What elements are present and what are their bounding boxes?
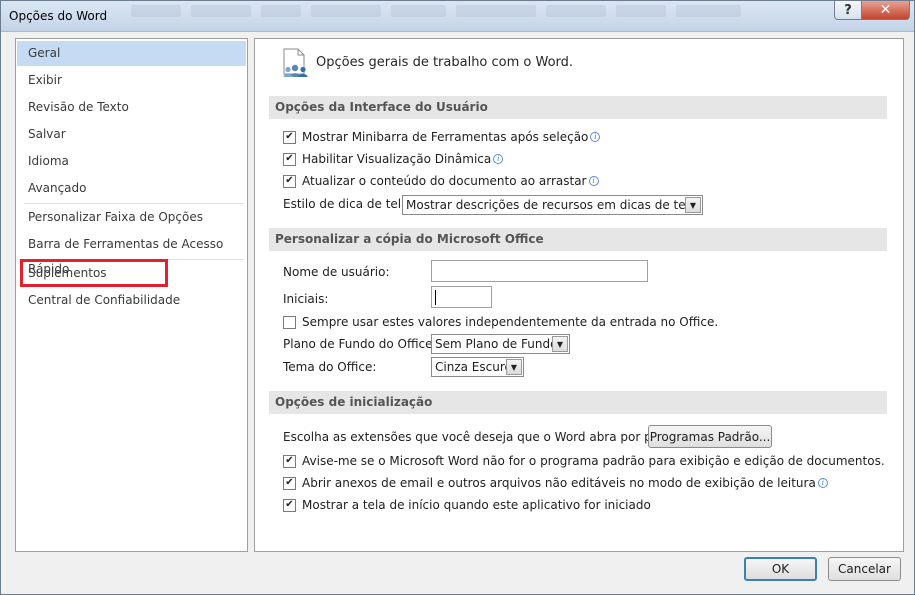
cancel-button[interactable]: Cancelar [828, 557, 901, 581]
nav-divider [24, 203, 244, 204]
notify-default-option[interactable]: ✔ Avise-me se o Microsoft Word não for o… [283, 452, 885, 470]
option-label: Mostrar Minibarra de Ferramentas após se… [302, 130, 589, 144]
nav-item-barra-acesso-rapido[interactable]: Barra de Ferramentas de Acesso Rápido [17, 232, 246, 276]
initials-label: Iniciais: [283, 292, 329, 306]
background-label: Plano de Fundo do Office: [283, 337, 437, 351]
text-caret [435, 290, 436, 305]
close-button[interactable]: ✕ [861, 1, 910, 20]
live-preview-option[interactable]: ✔ Habilitar Visualização Dinâmica i [283, 150, 504, 168]
window-title: Opções do Word [9, 9, 108, 23]
nav-item-avancado[interactable]: Avançado [17, 176, 246, 201]
checkbox-checked[interactable]: ✔ [283, 174, 296, 188]
screentip-select[interactable]: Mostrar descrições de recursos em dicas … [402, 195, 703, 215]
username-input[interactable] [431, 260, 648, 282]
option-label: Atualizar o conteúdo do documento ao arr… [302, 174, 587, 188]
section-header-personalize: Personalizar a cópia do Microsoft Office [269, 228, 887, 251]
nav-item-personalizar-faixa[interactable]: Personalizar Faixa de Opções [17, 205, 246, 230]
checkbox-checked[interactable]: ✔ [283, 454, 296, 468]
initials-input[interactable] [431, 286, 492, 308]
general-options-icon [283, 48, 308, 77]
dropdown-arrow-icon[interactable]: ▼ [685, 197, 701, 213]
always-use-option[interactable]: Sempre usar estes valores independenteme… [283, 313, 718, 331]
checkbox-checked[interactable]: ✔ [283, 152, 296, 166]
ok-button[interactable]: OK [744, 557, 817, 581]
checkbox-checked[interactable]: ✔ [283, 498, 296, 512]
background-select[interactable]: Sem Plano de Fundo ▼ [431, 334, 570, 354]
option-label: Avise-me se o Microsoft Word não for o p… [302, 454, 885, 468]
highlight-box [20, 259, 168, 287]
title-bar: Opções do Word ? ✕ [1, 1, 914, 32]
select-value: Cinza Escuro [435, 360, 512, 374]
username-label: Nome de usuário: [283, 265, 390, 279]
info-icon[interactable]: i [817, 478, 828, 488]
options-panel: Opções gerais de trabalho com o Word. Op… [254, 38, 904, 552]
background-app-strip [131, 3, 831, 19]
nav-item-central-confiabilidade[interactable]: Central de Confiabilidade [17, 288, 246, 313]
extensions-label: Escolha as extensões que você deseja que… [283, 430, 691, 444]
dropdown-arrow-icon[interactable]: ▼ [506, 359, 522, 375]
dropdown-arrow-icon[interactable]: ▼ [552, 336, 568, 352]
nav-item-revisao-de-texto[interactable]: Revisão de Texto [17, 95, 246, 120]
info-icon[interactable]: i [493, 154, 504, 164]
update-drag-option[interactable]: ✔ Atualizar o conteúdo do documento ao a… [283, 172, 599, 190]
word-options-dialog: Opções do Word ? ✕ Geral Exibir Revisão … [0, 0, 915, 595]
theme-select[interactable]: Cinza Escuro ▼ [431, 357, 524, 377]
help-button[interactable]: ? [834, 1, 862, 20]
nav-item-idioma[interactable]: Idioma [17, 149, 246, 174]
theme-label: Tema do Office: [283, 360, 377, 374]
page-heading: Opções gerais de trabalho com o Word. [316, 55, 574, 70]
info-icon[interactable]: i [590, 132, 601, 142]
screentip-label: Estilo de dica de tela: [283, 197, 413, 211]
nav-item-exibir[interactable]: Exibir [17, 68, 246, 93]
show-start-option[interactable]: ✔ Mostrar a tela de início quando este a… [283, 496, 651, 514]
nav-item-geral[interactable]: Geral [17, 41, 246, 66]
select-value: Sem Plano de Fundo [435, 337, 558, 351]
default-programs-button[interactable]: Programas Padrão... [648, 425, 772, 448]
open-attachments-option[interactable]: ✔ Abrir anexos de email e outros arquivo… [283, 474, 828, 492]
section-header-interface: Opções da Interface do Usuário [269, 96, 887, 119]
option-label: Abrir anexos de email e outros arquivos … [302, 476, 816, 490]
select-value: Mostrar descrições de recursos em dicas … [406, 198, 697, 212]
option-label: Sempre usar estes valores independenteme… [302, 315, 719, 329]
info-icon[interactable]: i [588, 176, 599, 186]
category-nav: Geral Exibir Revisão de Texto Salvar Idi… [15, 38, 248, 552]
mini-toolbar-option[interactable]: ✔ Mostrar Minibarra de Ferramentas após … [283, 128, 601, 146]
option-label: Mostrar a tela de início quando este apl… [302, 498, 651, 512]
section-header-startup: Opções de inicialização [269, 391, 887, 414]
nav-item-salvar[interactable]: Salvar [17, 122, 246, 147]
checkbox-unchecked[interactable] [283, 315, 296, 329]
checkbox-checked[interactable]: ✔ [283, 130, 296, 144]
option-label: Habilitar Visualização Dinâmica [302, 152, 492, 166]
checkbox-checked[interactable]: ✔ [283, 476, 296, 490]
